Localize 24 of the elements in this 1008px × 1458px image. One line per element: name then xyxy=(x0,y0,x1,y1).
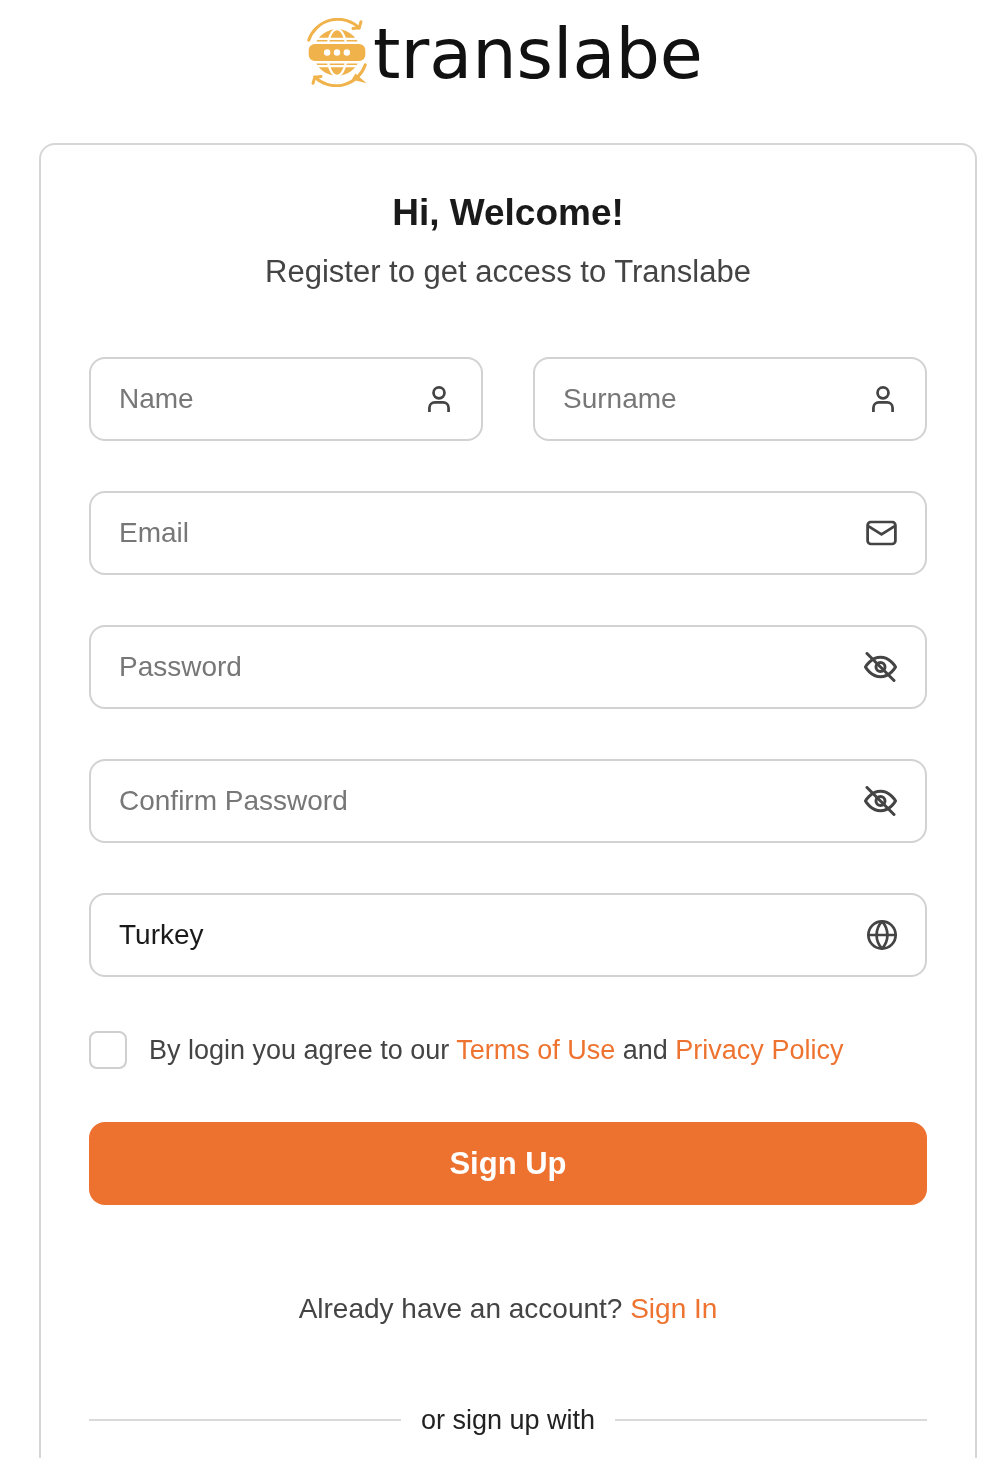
surname-field[interactable]: Surname xyxy=(533,357,927,441)
divider-text: or sign up with xyxy=(420,1404,596,1437)
sign-in-link[interactable]: Sign In xyxy=(630,1293,718,1324)
eye-off-icon[interactable] xyxy=(864,786,897,816)
mail-icon xyxy=(866,520,897,546)
globe-speech-icon xyxy=(305,18,370,87)
country-field[interactable]: Turkey xyxy=(89,893,927,977)
confirm-password-field[interactable]: Confirm Password xyxy=(89,759,927,843)
password-field[interactable]: Password xyxy=(89,625,927,709)
person-icon xyxy=(872,386,894,412)
terms-link[interactable]: Terms of Use xyxy=(456,1035,616,1065)
agreement-text: By login you agree to our Terms of Use and Privacy Policy xyxy=(149,1034,844,1067)
email-field[interactable]: Email xyxy=(89,491,927,575)
privacy-link[interactable]: Privacy Policy xyxy=(675,1035,844,1065)
eye-off-icon[interactable] xyxy=(864,652,897,682)
register-subtitle: Register to get access to Translabe xyxy=(265,254,751,290)
agree-checkbox[interactable] xyxy=(89,1031,127,1069)
welcome-title: Hi, Welcome! xyxy=(392,191,624,235)
globe-icon xyxy=(867,920,897,950)
logo-text: translabe xyxy=(373,18,703,90)
name-field[interactable]: Name xyxy=(89,357,483,441)
person-icon xyxy=(428,386,450,412)
sign-up-button[interactable]: Sign Up xyxy=(89,1122,927,1205)
signin-prompt: Already have an account? Sign In xyxy=(298,1292,718,1326)
